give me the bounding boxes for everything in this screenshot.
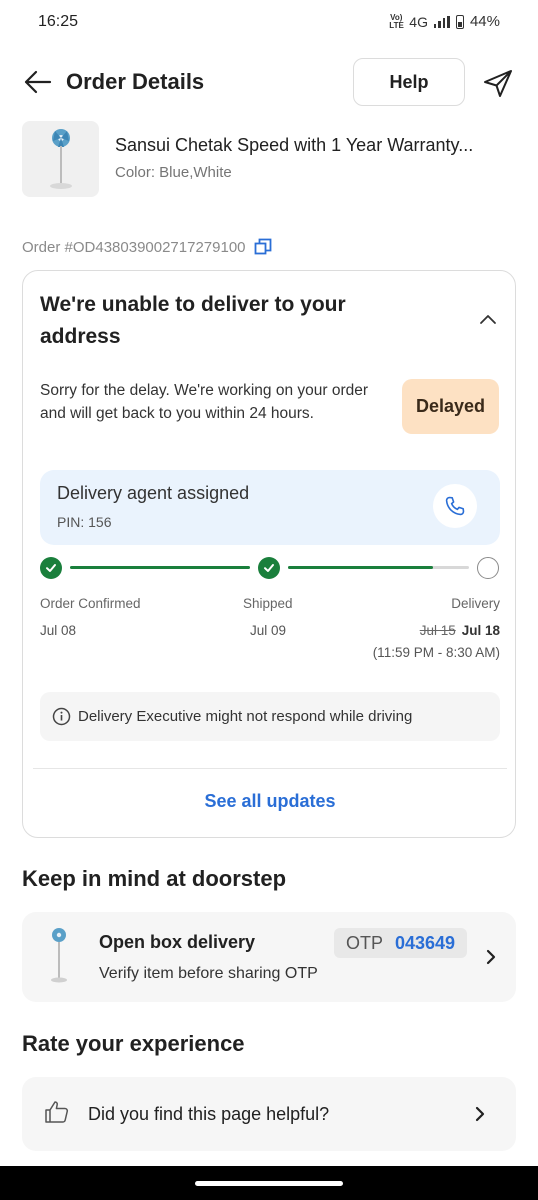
page-title: Order Details <box>66 69 205 94</box>
original-delivery-date: Jul 15 <box>419 623 456 638</box>
check-icon <box>264 564 274 572</box>
chevron-up-icon <box>480 315 496 324</box>
home-gesture-handle[interactable] <box>195 1181 343 1186</box>
status-time: 16:25 <box>38 13 79 30</box>
step-delivery-dot <box>477 557 499 579</box>
status-bar: 16:25 Vo) LTE 4G 44% <box>0 0 538 44</box>
track-segment-2-fill <box>288 566 433 569</box>
delay-message: Sorry for the delay. We're working on yo… <box>40 382 369 422</box>
send-icon <box>484 70 512 97</box>
delivery-agent-box: Delivery agent assigned PIN: 156 <box>40 470 500 545</box>
delivery-tracker: Order Confirmed Shipped Delivery Jul 08 … <box>23 557 517 671</box>
product-image <box>22 121 99 197</box>
open-box-title: Open box delivery <box>99 932 256 952</box>
rating-section-title: Rate your experience <box>22 1031 245 1056</box>
agent-title: Delivery agent assigned <box>57 483 250 503</box>
product-name: Sansui Chetak Speed with 1 Year Warranty… <box>115 135 474 155</box>
page-helpful-row[interactable]: Did you find this page helpful? <box>22 1077 516 1151</box>
header: Order Details Help <box>0 58 538 106</box>
fan-image-icon <box>49 129 72 189</box>
step-date: Jul 08 <box>40 623 77 638</box>
open-box-subtitle: Verify item before sharing OTP <box>99 965 318 982</box>
status-icons: Vo) LTE 4G 44% <box>389 13 500 30</box>
phone-icon <box>445 496 465 516</box>
step-shipped-dot <box>258 557 280 579</box>
new-delivery-date: Jul 18 <box>461 623 500 638</box>
volte-icon: Vo) LTE <box>389 12 404 30</box>
delivery-date: Jul 15 Jul 18 <box>420 623 500 638</box>
battery-percent: 44% <box>469 13 500 30</box>
order-id-row: Order #OD438039002717279100 <box>22 238 272 256</box>
step-label: Order Confirmed <box>40 596 141 611</box>
thumbs-up-icon <box>45 1101 69 1123</box>
step-label: Delivery <box>451 596 500 611</box>
fan-image-icon <box>51 928 67 983</box>
help-button[interactable]: Help <box>353 58 465 106</box>
status-badge: Delayed <box>402 379 499 434</box>
divider <box>33 768 507 769</box>
share-button[interactable] <box>482 67 514 99</box>
delivery-status-title: We're unable to deliver to your address <box>40 293 346 348</box>
info-text: Delivery Executive might not respond whi… <box>78 708 413 725</box>
product-color: Color: Blue,White <box>115 164 232 181</box>
page-helpful-question: Did you find this page helpful? <box>88 1104 330 1124</box>
doorstep-section-title: Keep in mind at doorstep <box>22 866 287 891</box>
order-id: Order #OD438039002717279100 <box>22 238 246 256</box>
chevron-right-icon <box>475 1106 485 1122</box>
info-note: Delivery Executive might not respond whi… <box>40 692 500 741</box>
system-navigation-bar <box>0 1166 538 1200</box>
call-agent-button[interactable] <box>433 484 477 528</box>
open-box-delivery-row[interactable]: Open box delivery Verify item before sha… <box>22 912 516 1002</box>
back-arrow-icon <box>24 70 52 94</box>
otp-value: 043649 <box>394 932 456 953</box>
see-all-updates-link[interactable]: See all updates <box>23 791 517 812</box>
info-icon <box>52 707 71 726</box>
copy-icon[interactable] <box>254 238 272 256</box>
step-order-confirmed-dot <box>40 557 62 579</box>
otp-label: OTP <box>345 932 383 953</box>
back-button[interactable] <box>22 68 54 96</box>
network-type: 4G <box>409 13 428 30</box>
step-date: Jul 09 <box>250 623 287 638</box>
step-label: Shipped <box>243 596 293 611</box>
chevron-right-icon <box>486 949 496 965</box>
delivery-status-card: We're unable to deliver to your address … <box>22 270 516 838</box>
agent-pin: PIN: 156 <box>57 514 112 530</box>
product-summary[interactable]: Sansui Chetak Speed with 1 Year Warranty… <box>22 121 518 197</box>
collapse-button[interactable] <box>475 309 501 329</box>
track-segment-1 <box>70 566 250 569</box>
otp-box: OTP 043649 <box>334 928 467 958</box>
battery-icon <box>455 14 464 29</box>
check-icon <box>46 564 56 572</box>
delivery-time-window: (11:59 PM - 8:30 AM) <box>372 645 500 660</box>
signal-icon <box>433 15 450 28</box>
